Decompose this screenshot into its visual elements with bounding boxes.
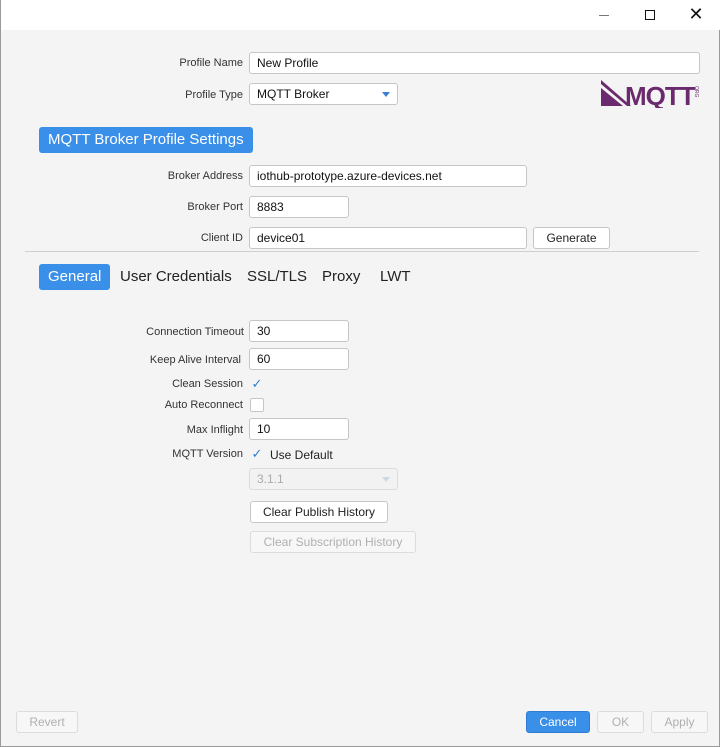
broker-port-label: Broker Port (187, 201, 243, 213)
broker-address-label: Broker Address (167, 170, 243, 182)
use-default-label: Use Default (270, 448, 333, 462)
connection-timeout-label: Connection Timeout (146, 326, 244, 338)
clean-session-label: Clean Session (172, 378, 243, 390)
connection-timeout-input[interactable]: 30 (249, 320, 349, 342)
broker-port-input[interactable]: 8883 (249, 196, 349, 218)
profile-name-input[interactable]: New Profile (249, 52, 700, 74)
clean-session-checkbox[interactable]: ✓ (250, 377, 264, 391)
maximize-icon (645, 10, 655, 20)
mqtt-version-value: 3.1.1 (257, 472, 284, 486)
close-icon: ✕ (688, 4, 704, 25)
clear-publish-history-button[interactable]: Clear Publish History (250, 501, 388, 523)
ok-button[interactable]: OK (597, 711, 644, 733)
client-id-input[interactable]: device01 (249, 227, 527, 249)
close-button[interactable]: ✕ (673, 0, 719, 30)
keep-alive-label: Keep Alive Interval (149, 354, 241, 366)
keep-alive-input[interactable]: 60 (249, 348, 349, 370)
profile-type-select[interactable]: MQTT Broker (249, 83, 398, 105)
clear-subscription-history-button[interactable]: Clear Subscription History (250, 531, 416, 553)
tab-ssl-tls[interactable]: SSL/TLS (238, 264, 316, 290)
generate-button[interactable]: Generate (533, 227, 610, 249)
tab-proxy[interactable]: Proxy (313, 264, 369, 290)
max-inflight-input[interactable]: 10 (249, 418, 349, 440)
tab-general[interactable]: General (39, 264, 111, 290)
apply-button[interactable]: Apply (651, 711, 708, 733)
revert-button[interactable]: Revert (16, 711, 78, 733)
mqtt-version-label: MQTT Version (172, 448, 243, 460)
profile-type-label: Profile Type (185, 89, 243, 101)
tab-lwt[interactable]: LWT (371, 264, 420, 290)
maximize-button[interactable] (627, 0, 673, 30)
mqtt-logo: MQTT ORG (601, 80, 699, 108)
title-bar: ✕ (1, 0, 720, 30)
profile-name-label: Profile Name (179, 57, 243, 69)
chevron-down-icon (382, 477, 390, 482)
use-default-checkbox[interactable]: ✓ (250, 447, 264, 461)
auto-reconnect-label: Auto Reconnect (164, 399, 243, 411)
mqtt-logo-text: MQTT (625, 81, 696, 108)
minimize-icon (599, 14, 609, 16)
client-id-label: Client ID (200, 232, 243, 244)
tab-user-credentials[interactable]: User Credentials (111, 264, 241, 290)
cancel-button[interactable]: Cancel (526, 711, 590, 733)
chevron-down-icon (382, 92, 390, 97)
broker-section-title: MQTT Broker Profile Settings (39, 127, 253, 153)
divider (25, 251, 699, 252)
minimize-button[interactable] (581, 0, 627, 30)
auto-reconnect-checkbox[interactable] (250, 398, 264, 412)
profile-settings-window: ✕ Profile Name New Profile Profile Type … (0, 0, 720, 747)
broker-address-input[interactable]: iothub-prototype.azure-devices.net (249, 165, 527, 187)
mqtt-logo-subtext: ORG (693, 86, 699, 98)
max-inflight-label: Max Inflight (186, 424, 243, 436)
mqtt-version-select[interactable]: 3.1.1 (249, 468, 398, 490)
profile-type-value: MQTT Broker (257, 87, 330, 101)
